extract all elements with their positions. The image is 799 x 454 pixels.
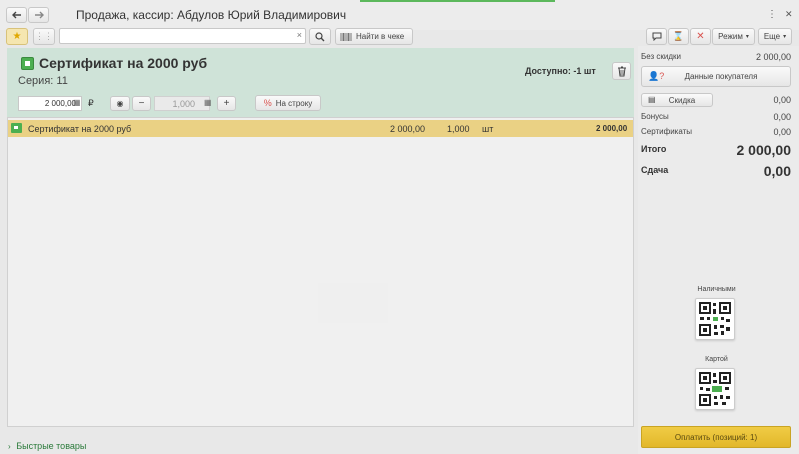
product-series: Серия: 11 [18,75,68,87]
minus-icon: − [138,98,145,109]
chevron-right-icon: › [8,442,11,451]
quantity-input[interactable]: 1,000 [154,96,210,111]
more-label: Еще [763,32,781,41]
plus-icon: + [223,98,230,109]
available-quantity: Доступно: -1 шт [525,66,596,76]
close-icon: ✕ [696,31,705,42]
row-unit: шт [482,124,494,134]
eye-icon: ◉ [116,99,124,108]
find-in-receipt-label: Найти в чеке [356,32,405,41]
arrow-left-icon [11,11,21,19]
decrease-quantity-button[interactable]: − [132,96,151,111]
delete-button[interactable] [612,62,631,80]
discount-label: Скидка [668,95,696,105]
increase-quantity-button[interactable]: + [217,96,236,111]
certificates-value: 0,00 [773,127,791,137]
product-panel: Сертификат на 2000 руб Серия: 11 Доступн… [7,48,634,117]
cancel-receipt-button[interactable]: ✕ [690,28,711,45]
quick-goods-label: Быстрые товары [16,441,87,451]
price-value: 2 000,00 [44,99,76,108]
card-label: Картой [705,356,728,363]
discount-icon: ▤ [648,95,656,104]
qr-code-icon [699,302,731,336]
cash-label: Наличными [697,286,736,293]
mode-dropdown[interactable]: Режим ▾ [712,28,755,45]
row-name: Сертификат на 2000 руб [28,124,132,134]
row-qty: 1,000 [447,124,470,134]
quantity-value: 1,000 [172,99,195,109]
product-name: Сертификат на 2000 руб [39,55,208,71]
change-value: 0,00 [763,163,791,179]
search-icon [315,31,325,41]
qr-code-icon [699,372,731,406]
comment-icon [652,32,661,41]
back-button[interactable] [6,7,27,23]
customer-data-label: Данные покупателя [684,72,758,81]
percent-per-line-button[interactable]: % На строку [255,95,321,111]
barcode-icon [340,32,352,41]
pay-button[interactable]: Оплатить (позиций: 1) [641,426,791,448]
summary-panel: Без скидки 2 000,00 👤? Данные покупателя… [638,46,799,454]
chevron-down-icon: ▾ [783,34,787,40]
hourglass-button[interactable]: ⌛ [668,28,689,45]
table-row[interactable]: Сертификат на 2000 руб 2 000,00 1,000 шт… [8,120,633,137]
total-label: Итого [641,144,667,154]
forward-button[interactable] [28,7,49,23]
search-button[interactable] [309,28,331,45]
bonuses-label: Бонусы [641,112,669,121]
cash-payment-button[interactable] [695,298,735,340]
window-title: Продажа, кассир: Абдулов Юрий Владимиров… [76,8,347,22]
mode-label: Режим [718,32,743,41]
find-in-receipt-button[interactable]: Найти в чеке [335,28,413,45]
background-tile [318,283,388,323]
product-type-icon [21,57,34,70]
close-window-icon[interactable]: ✕ [785,9,795,19]
quick-goods-toggle[interactable]: › Быстрые товары [8,441,86,451]
discount-button[interactable]: ▤ Скидка [641,93,713,107]
favorites-button[interactable]: ★ [6,28,28,45]
customer-data-button[interactable]: 👤? Данные покупателя [641,66,791,87]
customer-icon: 👤? [648,71,665,81]
without-discount-value: 2 000,00 [755,52,791,62]
discount-value: 0,00 [773,95,791,105]
calculator-icon[interactable]: ▦ [73,98,81,107]
row-price: 2 000,00 [390,124,426,134]
change-label: Сдача [641,165,669,175]
comment-button[interactable] [646,28,667,45]
grid-button[interactable]: ⋮⋮ [33,28,55,45]
search-input[interactable]: × [59,28,306,44]
trash-icon [617,66,626,76]
row-type-icon [11,123,22,133]
percent-icon: % [263,98,272,108]
grid-icon: ⋮⋮ [35,31,53,41]
receipt-table: Сертификат на 2000 руб 2 000,00 1,000 шт… [7,117,634,427]
quantity-calculator-icon[interactable]: ▦ [204,98,212,107]
star-icon: ★ [12,31,22,42]
active-tab-indicator [360,0,555,2]
currency-sign: ₽ [88,98,94,108]
row-sum: 2 000,00 [596,124,628,133]
total-value: 2 000,00 [736,142,792,158]
chevron-down-icon: ▾ [745,34,749,40]
arrow-right-icon [34,11,44,19]
without-discount-label: Без скидки [641,52,682,61]
clear-icon[interactable]: × [297,30,302,40]
bonuses-value: 0,00 [773,112,791,122]
certificates-label: Сертификаты [641,127,693,136]
card-payment-button[interactable] [695,368,735,410]
view-button[interactable]: ◉ [110,96,130,111]
more-dropdown[interactable]: Еще ▾ [758,28,792,45]
menu-dots-icon[interactable]: ⋮ [767,9,777,20]
title-bar: Продажа, кассир: Абдулов Юрий Владимиров… [0,0,799,30]
hourglass-icon: ⌛ [672,31,685,41]
percent-per-line-label: На строку [275,98,313,108]
